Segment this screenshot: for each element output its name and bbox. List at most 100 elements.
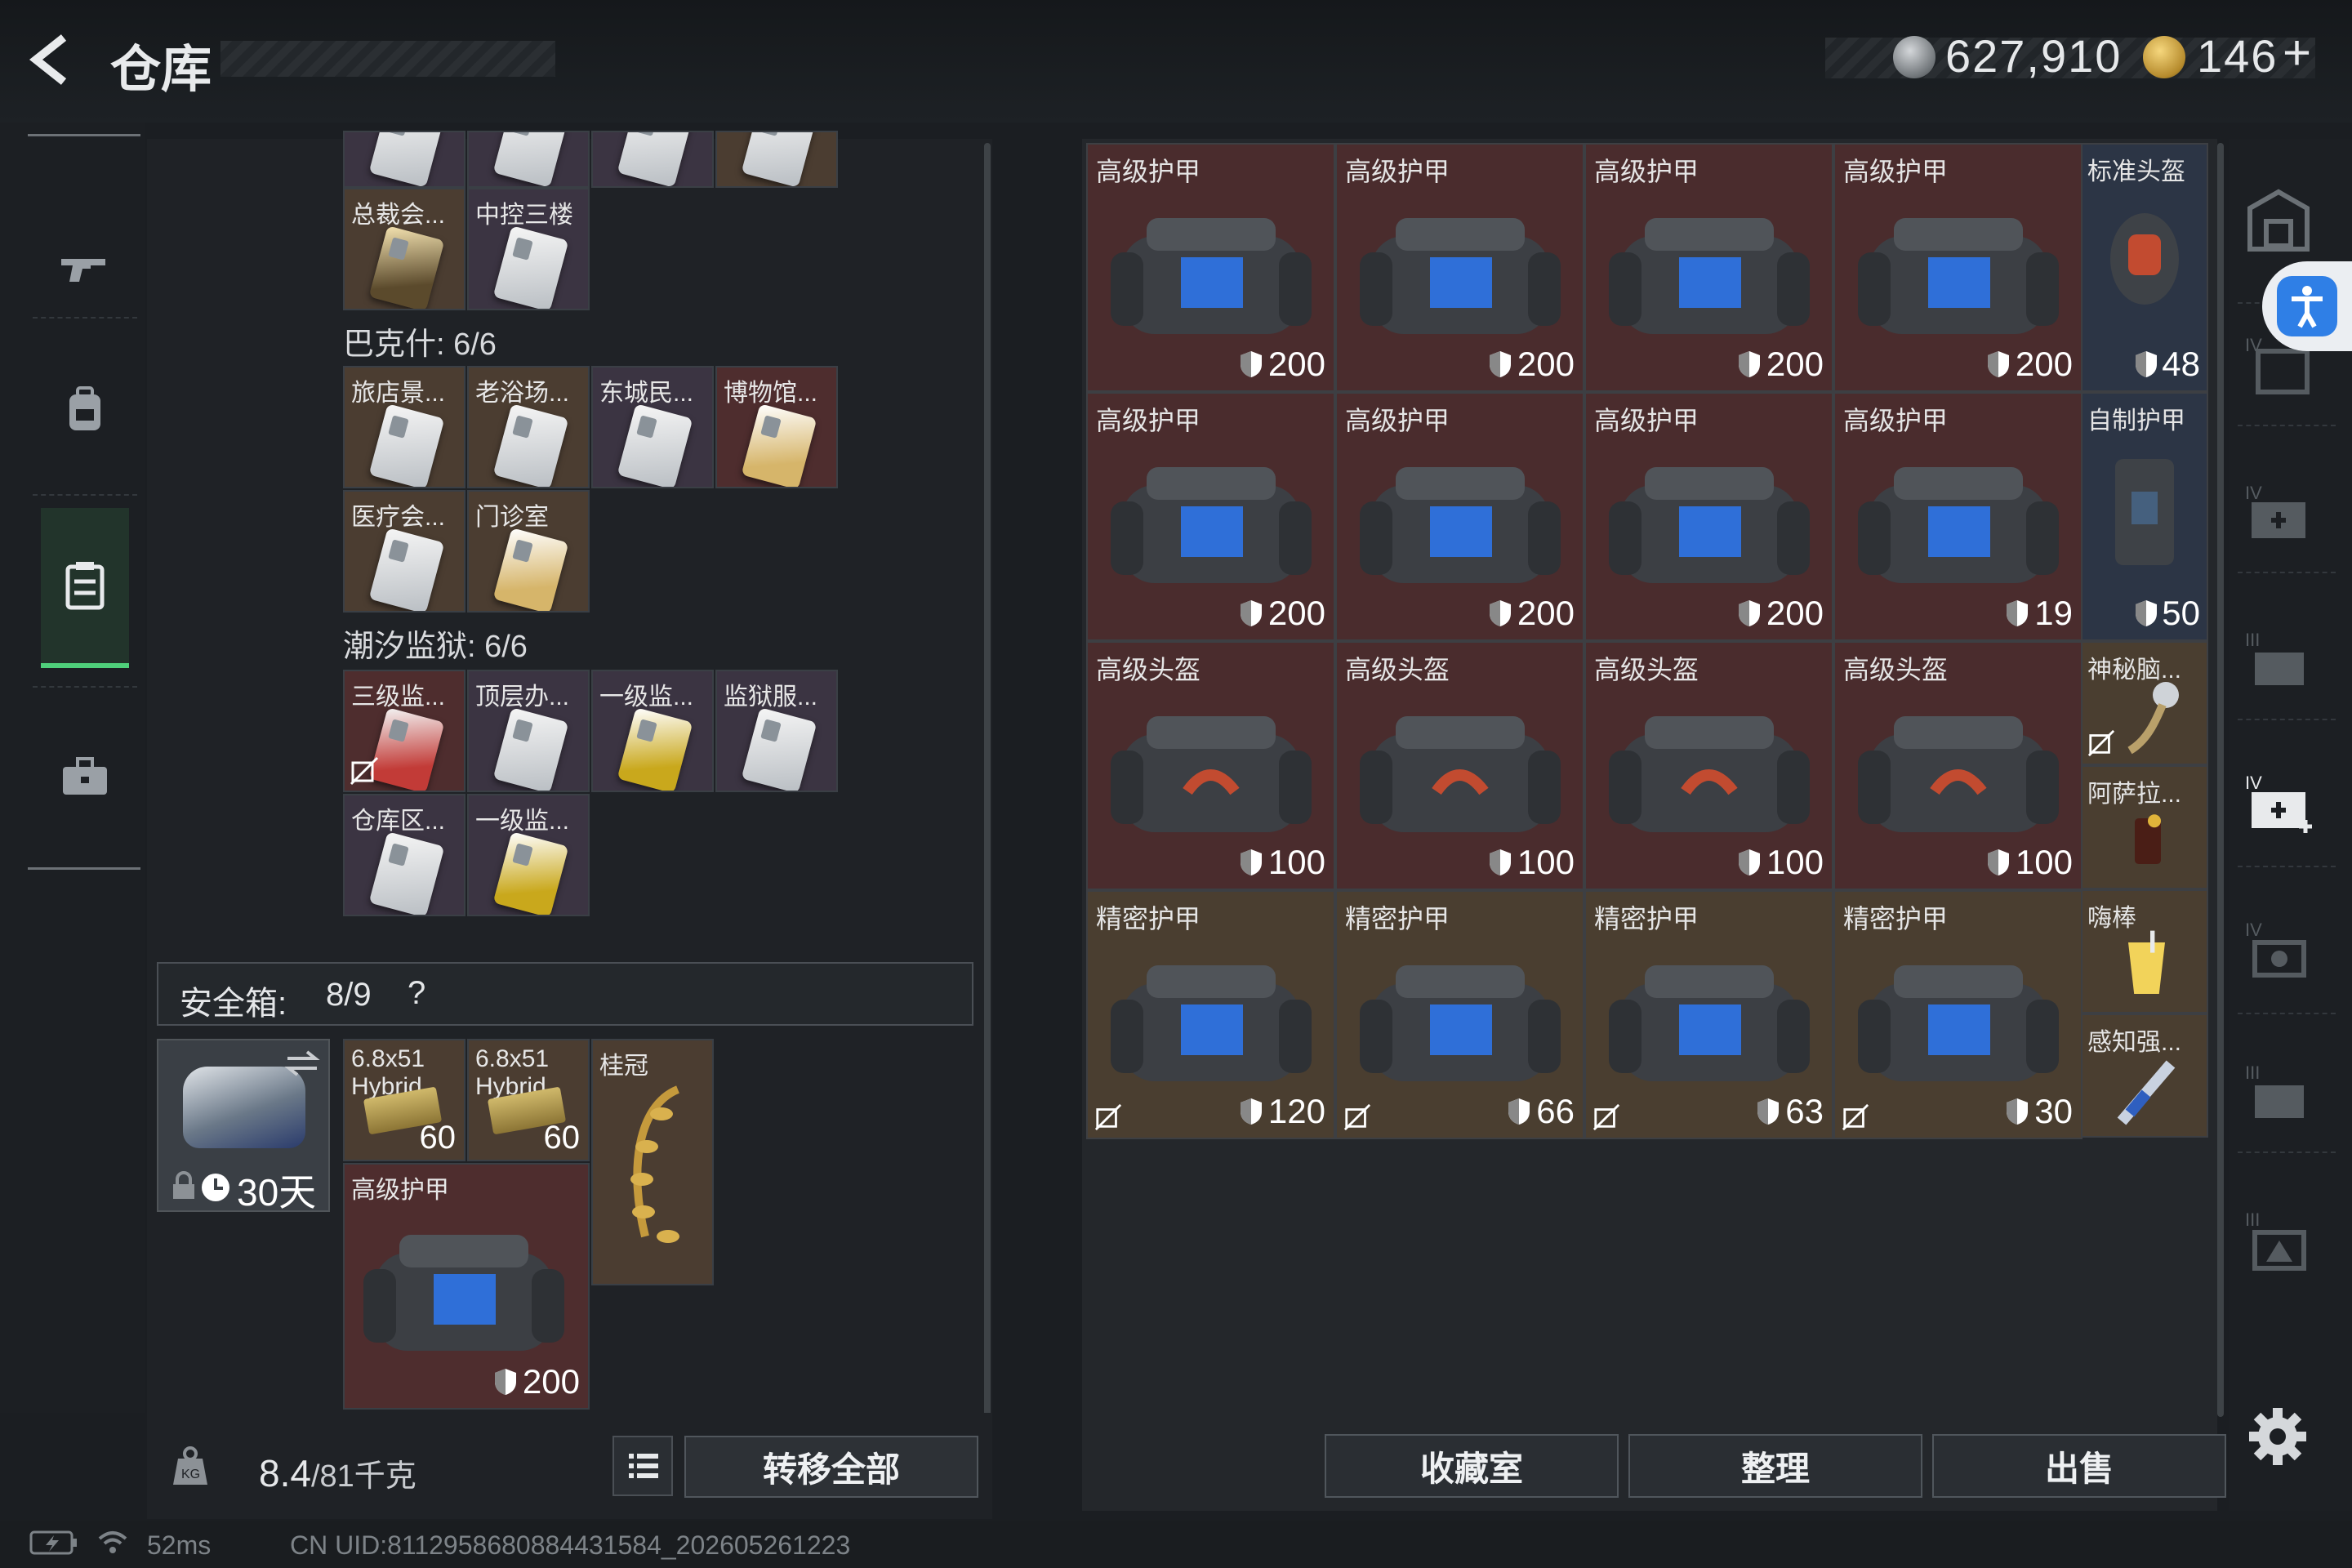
item-name: 精密护甲 [1096, 904, 1201, 933]
organize-button[interactable]: 整理 [1628, 1434, 1922, 1498]
top-bar: 仓库 627,910 146 + [0, 0, 2352, 122]
armor-image [1609, 218, 1810, 334]
gold-amount: 146 [2197, 30, 2278, 82]
storage-item[interactable]: 高级护甲 200 [1584, 392, 1833, 641]
durability: 120 [1239, 1092, 1325, 1131]
collectible-item[interactable]: 阿萨拉... [2079, 765, 2208, 889]
list-icon [629, 1454, 658, 1478]
settings-gear-icon[interactable] [2246, 1405, 2310, 1468]
keycard-item[interactable]: 博物馆... [715, 366, 838, 488]
storage-filter-medical-icon[interactable]: IV [2242, 478, 2315, 551]
keycard-item[interactable]: 门诊室 [467, 490, 590, 612]
helmet-item[interactable]: 标准头盔 48 [2079, 143, 2208, 392]
safe-box-header: 安全箱: 8/9 ? [157, 962, 973, 1026]
back-button[interactable] [24, 31, 90, 88]
storage-scrollbar[interactable] [2217, 143, 2224, 1417]
list-view-button[interactable] [612, 1436, 673, 1496]
storage-item[interactable]: 精密护甲 30 [1833, 890, 2082, 1139]
keycard-item[interactable]: 顶层办... [467, 670, 590, 792]
durability: 19 [2005, 594, 2073, 633]
storage-item[interactable]: 高级头盔 100 [1584, 641, 1833, 890]
keycard-item[interactable]: 老浴场... [467, 366, 590, 488]
drink-image [2128, 930, 2165, 994]
armor-image [1360, 218, 1561, 334]
collectible-item[interactable]: 神秘脑... [2079, 641, 2208, 765]
storage-item[interactable]: 高级头盔 100 [1833, 641, 2082, 890]
keycard-item[interactable]: 东城民... [591, 366, 714, 488]
ammo-item[interactable]: 6.8x51 Hybrid 60 [467, 1039, 590, 1161]
armor-image [1609, 965, 1810, 1081]
durability: 100 [1986, 843, 2073, 882]
storage-item[interactable]: 高级护甲 200 [1833, 143, 2082, 392]
storage-item[interactable]: 精密护甲 66 [1335, 890, 1584, 1139]
ammo-item[interactable]: 6.8x51 Hybrid 60 [343, 1039, 466, 1161]
keycard-item[interactable]: 仓库区... [343, 794, 466, 916]
swap-icon[interactable] [283, 1047, 322, 1080]
durability: 100 [1737, 843, 1824, 882]
helmet-image [1858, 716, 2059, 832]
storage-item[interactable]: 高级护甲 200 [1335, 143, 1584, 392]
user-uid: CN UID:8112958680884431584_202605261223 [290, 1530, 851, 1560]
storage-item[interactable]: 高级护甲 200 [1086, 143, 1335, 392]
tab-backpack[interactable] [41, 343, 129, 474]
collection-room-button[interactable]: 收藏室 [1325, 1434, 1619, 1498]
keycard-slot[interactable] [343, 131, 466, 188]
safe-box-container[interactable]: 30天 [157, 1039, 330, 1214]
storage-filter-medical-selected-icon[interactable]: IV [2242, 768, 2315, 841]
armor-image [1111, 467, 1312, 583]
tab-storage[interactable] [41, 508, 129, 668]
storage-filter-all-icon[interactable] [2242, 184, 2315, 257]
keycard-item[interactable]: 中控三楼 [467, 188, 590, 310]
keycard-item[interactable]: 三级监... [343, 670, 466, 792]
storage-item[interactable]: 精密护甲 120 [1086, 890, 1335, 1139]
keycard-item[interactable]: 医疗会... [343, 490, 466, 612]
svg-text:IV: IV [2245, 920, 2262, 940]
svg-text:III: III [2245, 1209, 2260, 1230]
collectible-item[interactable]: 感知强... [2079, 1013, 2208, 1138]
briefcase-icon [63, 757, 107, 795]
storage-item[interactable]: 高级护甲 200 [1584, 143, 1833, 392]
armor-item[interactable]: 高级护甲 200 [343, 1163, 590, 1410]
storage-item[interactable]: 高级护甲 200 [1335, 392, 1584, 641]
sell-button[interactable]: 出售 [1932, 1434, 2226, 1498]
keycard-item[interactable]: 总裁会... [343, 188, 466, 310]
armor-item[interactable]: 自制护甲 50 [2079, 392, 2208, 641]
tab-weapons[interactable] [41, 203, 129, 333]
add-currency-button[interactable]: + [2283, 24, 2311, 81]
sidebar-divider [28, 134, 140, 136]
safe-box-duration: 30天 [237, 1171, 317, 1214]
no-repair-icon [1842, 1103, 1869, 1131]
keycard-slot[interactable] [591, 131, 714, 188]
storage-filter-tier3-b-icon[interactable]: III [2242, 1058, 2315, 1131]
keycard-item[interactable]: 一级监... [591, 670, 714, 792]
laurel-crown-item[interactable]: 桂冠 [591, 1039, 714, 1285]
storage-item[interactable]: 高级头盔 100 [1086, 641, 1335, 890]
help-button[interactable]: ? [408, 975, 425, 1012]
keycard-item[interactable]: 监狱服... [715, 670, 838, 792]
keycard-item[interactable]: 一级监... [467, 794, 590, 916]
storage-item[interactable]: 高级头盔 100 [1335, 641, 1584, 890]
durability-shield-icon [1489, 849, 1511, 875]
item-name: 高级头盔 [1594, 655, 1699, 684]
accessibility-button[interactable] [2262, 261, 2352, 351]
collectible-item[interactable]: 嗨棒 [2079, 889, 2208, 1013]
storage-item[interactable]: 高级护甲 200 [1086, 392, 1335, 641]
tab-briefcase[interactable] [41, 710, 129, 841]
armor-image [1111, 965, 1312, 1081]
inventory-footer: KG 8.4/81千克 转移全部 [147, 1413, 992, 1519]
durability: 200 [1239, 594, 1325, 633]
inventory-scrollbar[interactable] [984, 143, 991, 1417]
page-title: 仓库 [110, 42, 212, 98]
durability-shield-icon [1757, 1098, 1780, 1125]
svg-text:IV: IV [2245, 773, 2262, 793]
storage-filter-tier3-icon[interactable]: III [2242, 625, 2315, 698]
transfer-all-button[interactable]: 转移全部 [684, 1436, 978, 1498]
storage-filter-tier4-b-icon[interactable]: IV [2242, 915, 2315, 988]
section-label-bakesh: 巴克什: 6/6 [343, 327, 497, 362]
keycard-slot[interactable] [715, 131, 838, 188]
keycard-slot[interactable] [467, 131, 590, 188]
storage-item[interactable]: 精密护甲 63 [1584, 890, 1833, 1139]
storage-item[interactable]: 高级护甲 19 [1833, 392, 2082, 641]
storage-filter-tier3-c-icon[interactable]: III [2242, 1205, 2315, 1278]
keycard-item[interactable]: 旅店景... [343, 366, 466, 488]
